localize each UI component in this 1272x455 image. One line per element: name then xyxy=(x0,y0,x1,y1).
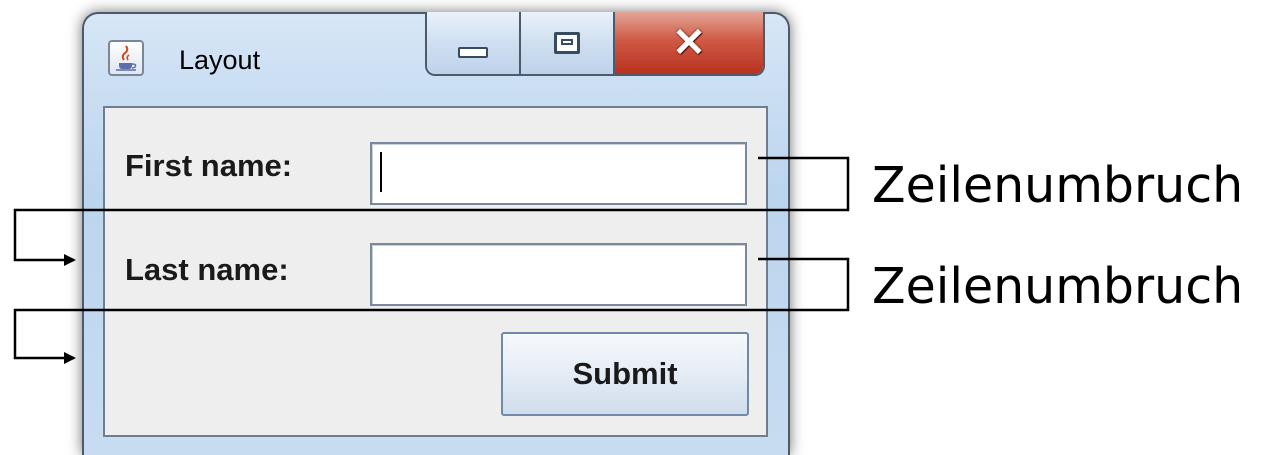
line-break-annotation-2: Zeilenumbruch xyxy=(872,258,1244,315)
line-break-arrow-2 xyxy=(13,257,850,364)
line-break-annotation-1: Zeilenumbruch xyxy=(872,157,1244,214)
line-break-arrow-1 xyxy=(13,156,850,266)
line-break-arrows xyxy=(13,156,850,364)
